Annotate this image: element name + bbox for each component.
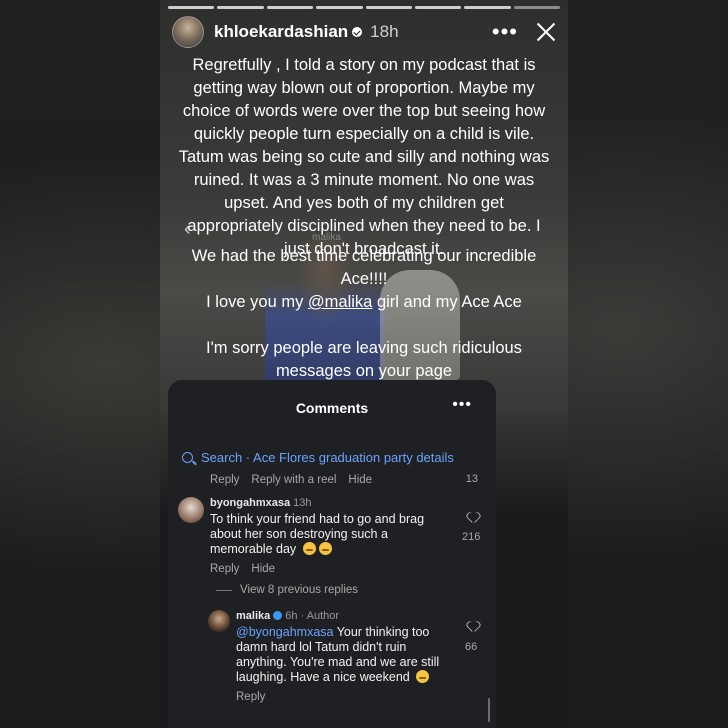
like-count: 216 [462,531,481,543]
like-count: 13 [465,473,478,485]
more-dots-icon[interactable]: ••• [492,21,518,43]
verified-badge-icon [352,27,363,37]
reply-button[interactable]: Reply [210,563,239,575]
search-suggestion[interactable]: Search · Ace Flores graduation party det… [182,450,454,465]
reply-actions: Reply [236,691,446,703]
comment-actions: Reply Reply with a reel Hide [210,474,372,486]
story-text-celebration: We had the best time celebrating our inc… [191,247,537,288]
search-suggestion-text: Search · Ace Flores graduation party det… [201,450,454,465]
unamused-face-emoji-icon [318,542,332,555]
progress-segment [217,6,264,9]
divider [216,589,232,591]
scrollbar[interactable] [488,698,490,722]
view-previous-replies[interactable]: View 8 previous replies [216,584,358,596]
comment-actions: Reply Hide [210,563,448,575]
avatar[interactable] [208,610,230,632]
view-replies-label: View 8 previous replies [240,584,359,596]
heart-icon[interactable] [468,513,478,523]
mention-link[interactable]: @byongahmxasa [236,625,333,639]
heart-icon[interactable] [468,622,478,632]
like-count: 66 [465,641,478,653]
photo-tag-label: malika [312,232,341,243]
more-dots-icon[interactable]: ••• [452,396,472,414]
story-username[interactable]: khloekardashian [214,22,348,42]
story-text-sorry: I'm sorry people are leaving such ridicu… [206,339,522,380]
progress-segment-current [513,6,560,9]
story-text-love-end: girl and my Ace Ace [372,293,522,311]
story-text-love-start: I love you my [206,293,308,311]
progress-segment [266,6,314,9]
story-time: 18h [370,22,399,41]
reply-time: 6h [285,610,298,622]
hide-button[interactable]: Hide [348,474,372,486]
search-icon [182,452,193,463]
comment-body: To think your friend had to go and brag … [210,512,448,557]
reply-username[interactable]: malika 6h · Author [236,610,446,622]
avatar[interactable] [172,16,204,48]
mention-link[interactable]: @malika [308,293,372,311]
comment-text: To think your friend had to go and brag … [210,512,425,556]
comments-title: Comments [295,400,369,416]
close-icon[interactable] [536,22,556,42]
reply-button[interactable]: Reply [210,474,239,486]
story-progress-bar [168,6,560,9]
comment-user-name[interactable]: byongahmxasa [210,497,290,509]
story-viewer[interactable]: khloekardashian 18h ••• Regretfully , I … [160,0,568,728]
avatar[interactable] [178,497,204,523]
author-tag: · Author [300,610,340,622]
progress-segment [464,6,511,9]
smiling-face-emoji-icon [416,670,430,683]
progress-segment [414,6,462,9]
story-text-main: Regretfully , I told a story on my podca… [178,56,550,258]
reply-user-name[interactable]: malika [236,610,270,622]
comments-panel: Comments ••• Search · Ace Flores graduat… [168,380,496,728]
story-header: khloekardashian 18h ••• [172,16,556,48]
progress-segment [316,6,363,9]
reply-with-reel-button[interactable]: Reply with a reel [251,474,336,486]
progress-segment [168,6,215,9]
story-text-love: I love you my @malika girl and my Ace Ac… [176,291,552,314]
verified-badge-icon [273,611,283,620]
reply-button[interactable]: Reply [236,691,265,703]
unamused-face-emoji-icon [302,542,316,555]
hide-button[interactable]: Hide [251,563,275,575]
reply-body: @byongahmxasa Your thinking too damn har… [236,625,446,685]
chevron-left-icon[interactable]: ‹ [184,218,191,241]
comment-username[interactable]: byongahmxasa 13h [210,497,448,509]
comment-time: 13h [293,497,312,509]
progress-segment [365,6,412,9]
